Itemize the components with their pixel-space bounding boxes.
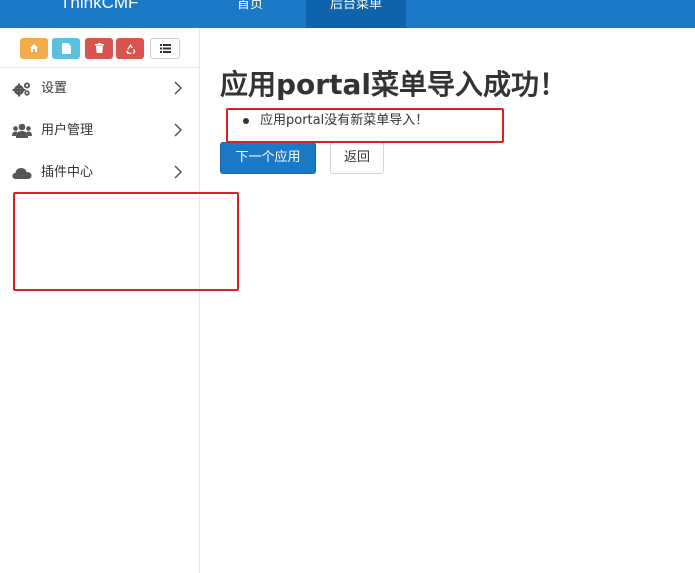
annotation-box xyxy=(13,192,239,291)
list-icon xyxy=(159,44,171,53)
nav-admin-menu[interactable]: 后台菜单 xyxy=(306,0,406,28)
sidebar-item-settings[interactable]: 设置 xyxy=(0,68,199,110)
sidebar-item-plugins[interactable]: 插件中心 xyxy=(0,152,199,194)
users-icon xyxy=(12,123,32,138)
trash-shortcut-button[interactable] xyxy=(85,38,113,59)
page-title: 应用portal菜单导入成功！ xyxy=(220,68,567,101)
annotation-box xyxy=(226,108,504,143)
chevron-right-icon xyxy=(174,123,182,137)
back-button[interactable]: 返回 xyxy=(330,142,384,174)
nav-home[interactable]: 首页 xyxy=(206,0,294,28)
brand-logo[interactable]: ThinkCMF xyxy=(60,0,138,13)
sidebar-item-label: 用户管理 xyxy=(41,123,94,138)
home-shortcut-button[interactable] xyxy=(20,38,48,59)
gears-icon xyxy=(12,82,30,97)
chevron-right-icon xyxy=(174,81,182,95)
file-shortcut-button[interactable] xyxy=(52,38,80,59)
file-icon xyxy=(61,43,71,54)
sidebar-item-users[interactable]: 用户管理 xyxy=(0,110,199,152)
top-navbar: ThinkCMF 首页 后台菜单 xyxy=(0,0,695,28)
recycle-icon xyxy=(125,44,135,54)
trash-icon xyxy=(94,43,104,53)
list-shortcut-button[interactable] xyxy=(150,38,180,59)
sidebar: 设置 用户管理 插件中心 xyxy=(0,28,200,573)
home-icon xyxy=(30,44,38,52)
cloud-icon xyxy=(12,168,32,179)
next-app-button[interactable]: 下一个应用 xyxy=(220,142,316,174)
shortcut-bar xyxy=(0,28,199,68)
sidebar-item-label: 设置 xyxy=(41,81,68,96)
recycle-shortcut-button[interactable] xyxy=(116,38,144,59)
sidebar-item-label: 插件中心 xyxy=(41,165,94,180)
chevron-right-icon xyxy=(174,165,182,179)
